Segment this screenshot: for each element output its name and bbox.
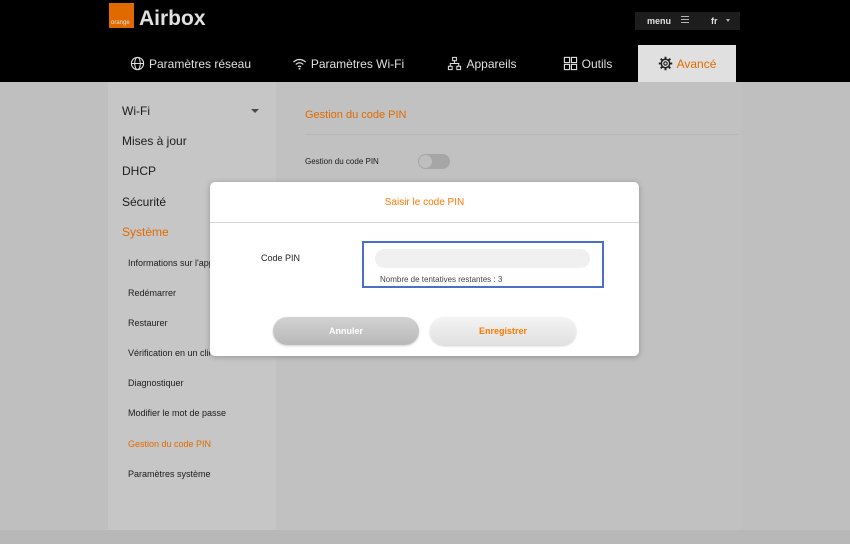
attempts-remaining: Nombre de tentatives restantes : 3 <box>380 275 503 284</box>
dialog-divider <box>210 222 639 223</box>
save-button[interactable]: Enregistrer <box>430 317 576 345</box>
pin-field-group: Nombre de tentatives restantes : 3 <box>362 241 604 288</box>
pin-entry-dialog: Saisir le code PIN Code PIN Nombre de te… <box>210 182 639 356</box>
pin-field-label: Code PIN <box>261 253 301 263</box>
pin-input[interactable] <box>375 249 590 268</box>
dialog-title: Saisir le code PIN <box>384 197 465 208</box>
cancel-button[interactable]: Annuler <box>273 317 419 345</box>
